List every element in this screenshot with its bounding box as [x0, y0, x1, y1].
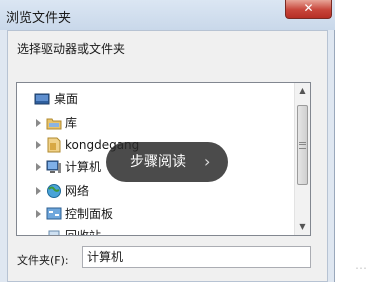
step-reading-label: 步骤阅读 [130, 154, 186, 170]
browse-folder-dialog: 浏览文件夹 ✕ 选择驱动器或文件夹 桌面 库 kongdegang 计算机 网络… [0, 0, 335, 282]
tree-item-label: 库 [65, 116, 78, 130]
expand-arrow-icon[interactable] [36, 163, 41, 171]
desktop-icon [34, 93, 50, 105]
watermark: … [355, 258, 367, 272]
network-icon [47, 184, 61, 198]
user-folder-icon [47, 137, 61, 153]
window-title: 浏览文件夹 [6, 11, 72, 26]
computer-icon [46, 160, 61, 173]
tree-item-label: 计算机 [65, 160, 102, 174]
tree-item-label: 回收站 [65, 229, 102, 236]
scroll-thumb[interactable] [297, 105, 308, 185]
step-reading-button[interactable]: 步骤阅读 › [106, 142, 228, 182]
scroll-down-icon[interactable]: ▼ [295, 219, 310, 235]
close-icon: ✕ [303, 1, 314, 15]
tree-item-label: 桌面 [54, 92, 79, 106]
expand-arrow-icon[interactable] [36, 210, 41, 218]
grip-icon [299, 142, 306, 149]
library-icon [46, 118, 62, 130]
chevron-right-icon: › [204, 152, 211, 171]
tree-item-label: 控制面板 [65, 207, 114, 221]
recycle-bin-icon [48, 230, 60, 235]
expand-arrow-icon[interactable] [36, 119, 41, 127]
tree-item-label: 网络 [65, 184, 90, 198]
scroll-up-icon[interactable]: ▲ [295, 83, 310, 99]
folder-field-label: 文件夹(F): [17, 254, 69, 267]
expand-arrow-icon[interactable] [36, 187, 41, 195]
tree-scrollbar[interactable]: ▲ ▼ [294, 83, 310, 235]
prompt-text: 选择驱动器或文件夹 [17, 42, 126, 56]
folder-field[interactable]: 计算机 [82, 246, 311, 268]
control-panel-icon [46, 207, 62, 220]
expand-arrow-icon[interactable] [36, 141, 41, 149]
close-button[interactable]: ✕ [285, 0, 332, 19]
title-bar: 浏览文件夹 ✕ [0, 0, 335, 30]
